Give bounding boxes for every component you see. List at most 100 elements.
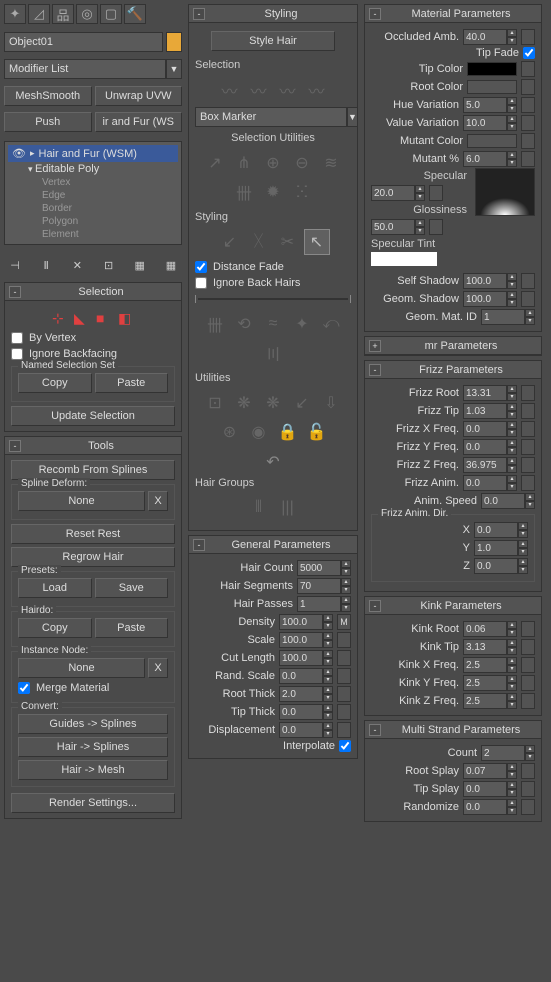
- m-button[interactable]: [521, 781, 535, 797]
- m-button[interactable]: [521, 621, 535, 637]
- style-e-icon[interactable]: ⤺: [318, 311, 344, 337]
- m-button[interactable]: [337, 668, 351, 684]
- stack-item[interactable]: ▾ Editable Poly: [8, 162, 178, 176]
- collapse-icon[interactable]: -: [369, 364, 381, 376]
- util-h-icon[interactable]: ⵘ: [289, 179, 315, 205]
- root-color-swatch[interactable]: [467, 80, 517, 94]
- mutant-pct-input[interactable]: [463, 151, 507, 167]
- collapse-icon[interactable]: -: [369, 600, 381, 612]
- select-hair-b-icon[interactable]: 〰: [246, 77, 272, 103]
- geom-shadow-input[interactable]: [463, 291, 507, 307]
- frizz-anim-input[interactable]: [463, 475, 507, 491]
- select-hair-a-icon[interactable]: 〰: [217, 77, 243, 103]
- hue-var-input[interactable]: [463, 97, 507, 113]
- util4-icon[interactable]: ↙: [289, 390, 315, 416]
- copy-button[interactable]: Copy: [18, 373, 92, 393]
- edge-icon[interactable]: ◣: [74, 310, 90, 326]
- frizz-z-input[interactable]: [463, 457, 507, 473]
- by-vertex-check[interactable]: [11, 332, 23, 344]
- style-a-icon[interactable]: 卌: [202, 311, 228, 337]
- kink-root-input[interactable]: [463, 621, 507, 637]
- face-icon[interactable]: ■: [96, 310, 112, 326]
- recomb-button[interactable]: Recomb From Splines: [11, 460, 175, 480]
- m-button[interactable]: [521, 763, 535, 779]
- interpolate-check[interactable]: [339, 740, 351, 752]
- m-button[interactable]: [429, 185, 443, 201]
- regrow-hair-button[interactable]: Regrow Hair: [11, 547, 175, 567]
- tip-color-swatch[interactable]: [467, 62, 517, 76]
- util1-icon[interactable]: ⊡: [202, 390, 228, 416]
- collapse-icon[interactable]: -: [9, 286, 21, 298]
- hierarchy-icon[interactable]: 品: [52, 4, 74, 24]
- render-settings-button[interactable]: Render Settings...: [11, 793, 175, 813]
- paste-button[interactable]: Paste: [95, 618, 169, 638]
- randomize-input[interactable]: [463, 799, 507, 815]
- style-c-icon[interactable]: ≈: [260, 311, 286, 337]
- modifier-list-input[interactable]: [4, 59, 166, 79]
- frizz-y-input[interactable]: [463, 439, 507, 455]
- m-button[interactable]: [521, 133, 535, 149]
- m-button[interactable]: [521, 403, 535, 419]
- stack-sub[interactable]: Polygon: [8, 215, 178, 228]
- pin-icon[interactable]: ⊣: [6, 256, 24, 274]
- copy-button[interactable]: Copy: [18, 618, 92, 638]
- m-button[interactable]: [521, 657, 535, 673]
- brush-icon[interactable]: ↙: [217, 229, 243, 255]
- expand-icon[interactable]: +: [369, 340, 381, 352]
- kink-tip-input[interactable]: [463, 639, 507, 655]
- util7-icon[interactable]: ◉: [246, 419, 272, 445]
- root-splay-input[interactable]: [463, 763, 507, 779]
- reset-rest-button[interactable]: Reset Rest: [11, 524, 175, 544]
- scissors-icon[interactable]: ✂: [275, 229, 301, 255]
- style-d-icon[interactable]: ✦: [289, 311, 315, 337]
- count-input[interactable]: [481, 745, 525, 761]
- util3-icon[interactable]: ❋: [260, 390, 286, 416]
- util-e-icon[interactable]: ≋: [318, 150, 344, 176]
- vertex-icon[interactable]: ⊹: [52, 310, 68, 326]
- stack-sub[interactable]: Vertex: [8, 176, 178, 189]
- group-b-icon[interactable]: |||: [275, 495, 301, 521]
- modifier-stack[interactable]: 👁 ▸ Hair and Fur (WSM) ▾ Editable Poly V…: [4, 141, 182, 245]
- undo-icon[interactable]: ↶: [195, 449, 351, 475]
- m-button[interactable]: [521, 639, 535, 655]
- modify-icon[interactable]: ◿: [28, 4, 50, 24]
- util-f-icon[interactable]: 卌: [231, 179, 257, 205]
- instance-none-button[interactable]: None: [18, 658, 145, 678]
- show-icon[interactable]: ✕: [68, 256, 86, 274]
- occluded-amb-input[interactable]: [463, 29, 507, 45]
- geom-mat-id-input[interactable]: [481, 309, 525, 325]
- specular-input[interactable]: [371, 185, 415, 201]
- group-a-icon[interactable]: ⦀: [246, 495, 272, 521]
- hair-passes-input[interactable]: [297, 596, 341, 612]
- m-button[interactable]: [337, 722, 351, 738]
- save-button[interactable]: Save: [95, 578, 169, 598]
- m-button[interactable]: [521, 291, 535, 307]
- util2-icon[interactable]: ❋: [231, 390, 257, 416]
- frizz-x-input[interactable]: [463, 421, 507, 437]
- style-f-icon[interactable]: 〣: [260, 340, 286, 366]
- unwrap-uvw-button[interactable]: Unwrap UVW: [95, 86, 183, 106]
- specular-tint-swatch[interactable]: [371, 252, 437, 266]
- m-button[interactable]: [337, 686, 351, 702]
- util-a-icon[interactable]: ↗: [202, 150, 228, 176]
- density-input[interactable]: [279, 614, 323, 630]
- guides-splines-button[interactable]: Guides -> Splines: [18, 714, 168, 734]
- display-icon[interactable]: ▢: [100, 4, 122, 24]
- m-button[interactable]: [429, 219, 443, 235]
- merge-material-check[interactable]: [18, 682, 30, 694]
- m-button[interactable]: [521, 457, 535, 473]
- element-icon[interactable]: ◧: [118, 310, 134, 326]
- m-button[interactable]: [521, 79, 535, 95]
- marker-type-input[interactable]: [195, 107, 347, 127]
- kink-z-input[interactable]: [463, 693, 507, 709]
- fade-slider[interactable]: [195, 291, 351, 307]
- m-button[interactable]: [521, 385, 535, 401]
- dir-x-input[interactable]: [474, 522, 518, 538]
- expand-icon[interactable]: ▸: [30, 148, 35, 159]
- ignore-backfacing-check[interactable]: [11, 348, 23, 360]
- rand-scale-input[interactable]: [279, 668, 323, 684]
- chevron-down-icon[interactable]: ▼: [166, 59, 182, 79]
- meshsmooth-button[interactable]: MeshSmooth: [4, 86, 92, 106]
- m-button[interactable]: [337, 650, 351, 666]
- tip-fade-check[interactable]: [523, 47, 535, 59]
